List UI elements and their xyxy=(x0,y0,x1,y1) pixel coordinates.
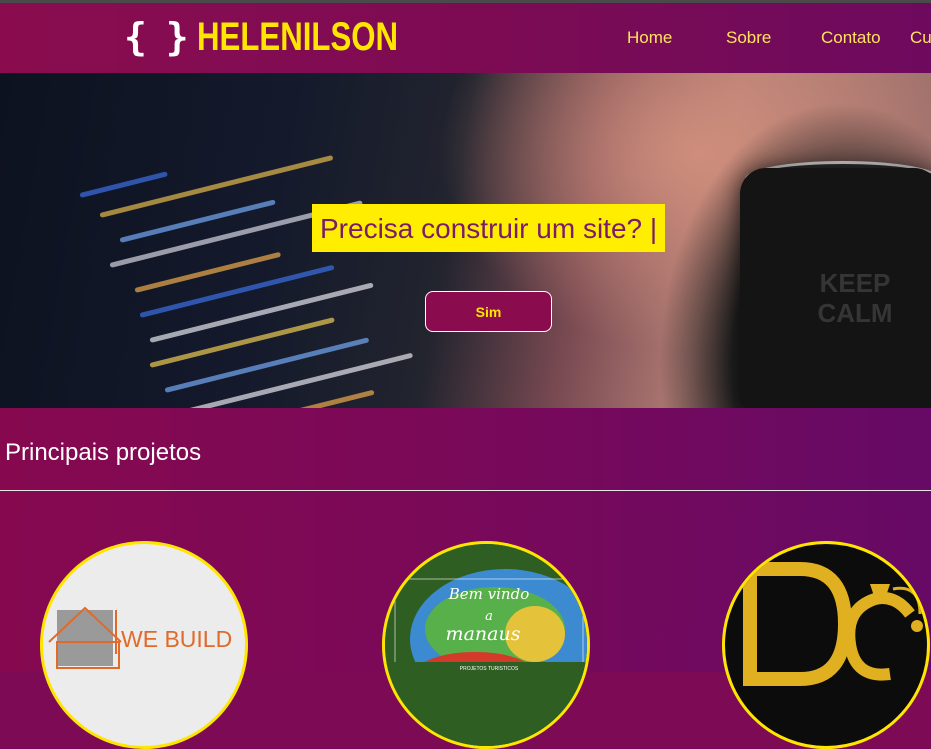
nav-link-contato[interactable]: Contato xyxy=(821,28,881,48)
project-line3: manaus xyxy=(446,623,521,645)
house-logo-icon: WE BUILD xyxy=(48,606,232,669)
nav-link-cursos[interactable]: Cur xyxy=(910,28,931,48)
main-nav: Home Sobre Contato Cur xyxy=(0,28,931,58)
section-divider xyxy=(0,490,931,491)
projects-section: Principais projetos WE BUILD Bem vindo a… xyxy=(0,408,931,749)
project-card-dc[interactable] xyxy=(722,541,930,749)
parrot-image: Bem vindo a manaus PROJETOS TURISTICOS xyxy=(385,544,587,746)
project-card-webuild[interactable]: WE BUILD xyxy=(40,541,248,749)
project-logo-text: WE BUILD xyxy=(121,626,232,652)
dc-logo-icon xyxy=(743,562,923,686)
top-navbar: { } HELENILSON Home Sobre Contato Cur xyxy=(0,0,931,73)
mug-print-text: KEEP CALM xyxy=(817,268,893,328)
project-line1: Bem vindo xyxy=(448,585,529,603)
yes-button[interactable]: Sim xyxy=(425,291,552,332)
hero-typed-headline: Precisa construir um site? | xyxy=(312,204,666,252)
project-footer-text: PROJETOS TURISTICOS xyxy=(460,666,519,672)
nav-link-sobre[interactable]: Sobre xyxy=(726,28,771,48)
nav-link-home[interactable]: Home xyxy=(627,28,672,48)
project-card-manaus[interactable]: Bem vindo a manaus PROJETOS TURISTICOS xyxy=(382,541,590,749)
project-line2: a xyxy=(485,609,493,624)
section-title: Principais projetos xyxy=(5,439,202,466)
